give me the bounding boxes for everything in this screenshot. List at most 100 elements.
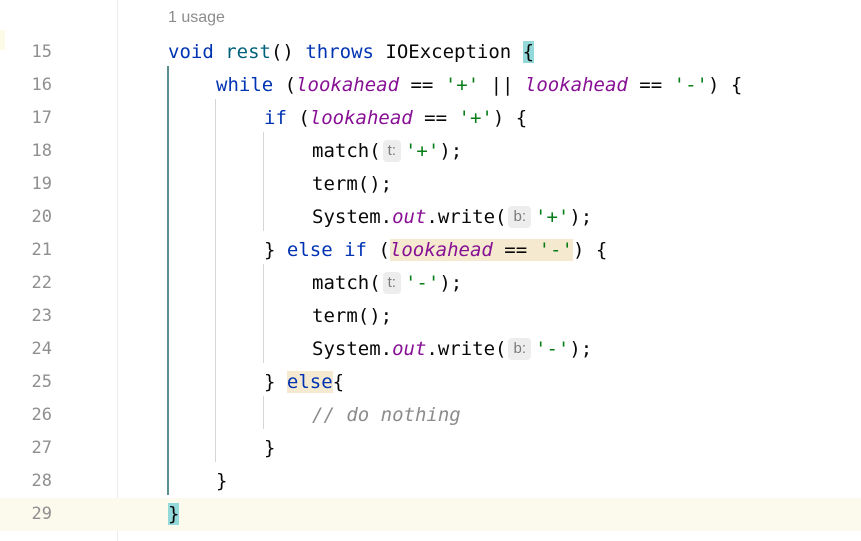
- code-text[interactable]: } else{: [264, 366, 344, 399]
- line-number: 28: [31, 471, 52, 491]
- line-number: 21: [31, 240, 52, 260]
- punct: );: [569, 338, 593, 360]
- parameter-hint[interactable]: b:: [508, 206, 531, 228]
- parameter-hint[interactable]: t:: [382, 272, 401, 294]
- method-name: rest: [225, 41, 271, 63]
- code-text[interactable]: void rest() throws IOException {: [168, 36, 535, 69]
- keyword: if: [264, 107, 287, 129]
- code-text[interactable]: }: [216, 465, 227, 498]
- code-text[interactable]: }: [264, 432, 275, 465]
- punct: );: [439, 140, 463, 162]
- code-text[interactable]: if (lookahead == '+') {: [264, 102, 527, 135]
- field: lookahead: [296, 74, 400, 96]
- keyword: if: [344, 239, 367, 261]
- keyword: void: [168, 41, 214, 63]
- params: (): [270, 41, 306, 63]
- code-line-24[interactable]: 24 System.out.write(b: '-');: [0, 333, 861, 366]
- operator: ==: [492, 239, 539, 261]
- field: lookahead: [524, 74, 628, 96]
- punct: (: [367, 239, 390, 261]
- char-literal: '-': [535, 338, 570, 360]
- matched-brace: }: [168, 503, 180, 525]
- code-line-21[interactable]: 21 } else if (lookahead == '-') {: [0, 234, 861, 267]
- char-literal: '+': [444, 74, 480, 96]
- code-line-26[interactable]: 26 // do nothing: [0, 399, 861, 432]
- code-line-27[interactable]: 27 }: [0, 432, 861, 465]
- keyword: while: [216, 74, 274, 96]
- punct: }: [264, 239, 287, 261]
- usage-hint[interactable]: 1 usage: [168, 9, 225, 27]
- line-number: 18: [31, 141, 52, 161]
- operator: ==: [399, 74, 445, 96]
- line-number: 15: [31, 42, 52, 62]
- code-line-20[interactable]: 20 System.out.write(b: '+');: [0, 201, 861, 234]
- char-literal: '-': [538, 239, 573, 261]
- code-line-15[interactable]: 15 void rest() throws IOException {: [0, 36, 861, 69]
- punct: ) {: [492, 107, 528, 129]
- code-line-28[interactable]: 28 }: [0, 465, 861, 498]
- method-call: match(: [312, 272, 381, 294]
- method-call: .write(: [426, 206, 507, 228]
- code-text[interactable]: match(t: '+');: [312, 135, 462, 168]
- line-number: 16: [31, 75, 52, 95]
- code-text[interactable]: while (lookahead == '+' || lookahead == …: [216, 69, 742, 102]
- code-text[interactable]: System.out.write(b: '+');: [312, 201, 592, 234]
- parameter-hint[interactable]: b:: [508, 338, 531, 360]
- code-line-23[interactable]: 23 term();: [0, 300, 861, 333]
- line-number: 27: [31, 438, 52, 458]
- code-text[interactable]: System.out.write(b: '-');: [312, 333, 592, 366]
- punct: ) {: [707, 74, 743, 96]
- line-number: 20: [31, 207, 52, 227]
- code-line-29-current[interactable]: 29 }: [0, 498, 861, 531]
- class-ref: System.: [312, 338, 393, 360]
- exception-type: IOException: [373, 41, 523, 63]
- code-line-16[interactable]: 16 while (lookahead == '+' || lookahead …: [0, 69, 861, 102]
- punct: ) {: [572, 239, 608, 261]
- operator: ==: [412, 107, 459, 129]
- keyword: else: [286, 239, 333, 261]
- code-text[interactable]: match(t: '-');: [312, 267, 462, 300]
- line-number: 29: [31, 504, 52, 524]
- code-line-25[interactable]: 25 } else{: [0, 366, 861, 399]
- line-number: 19: [31, 174, 52, 194]
- method-call: .write(: [426, 338, 507, 360]
- code-line-17[interactable]: 17 if (lookahead == '+') {: [0, 102, 861, 135]
- code-text[interactable]: term();: [312, 168, 392, 201]
- line-number: 17: [31, 108, 52, 128]
- code-line-18[interactable]: 18 match(t: '+');: [0, 135, 861, 168]
- code-line-19[interactable]: 19 term();: [0, 168, 861, 201]
- code-editor[interactable]: 1 usage 15 void rest() throws IOExceptio…: [0, 0, 861, 541]
- code-text[interactable]: } else if (lookahead == '-') {: [264, 234, 607, 267]
- line-number: 26: [31, 405, 52, 425]
- char-literal: '+': [404, 140, 440, 162]
- highlighted-condition: lookahead == '-': [389, 239, 573, 261]
- code-text[interactable]: term();: [312, 300, 392, 333]
- line-number: 23: [31, 306, 52, 326]
- operator: ==: [627, 74, 674, 96]
- keyword: throws: [305, 41, 374, 63]
- operator: ||: [479, 74, 525, 96]
- class-ref: System.: [312, 206, 393, 228]
- field: lookahead: [309, 107, 413, 129]
- line-number: 22: [31, 273, 52, 293]
- char-literal: '-': [404, 272, 440, 294]
- code-comment[interactable]: // do nothing: [312, 399, 461, 432]
- static-field: out: [392, 206, 427, 228]
- code-line-22[interactable]: 22 match(t: '-');: [0, 267, 861, 300]
- static-field: out: [392, 338, 427, 360]
- char-literal: '-': [673, 74, 708, 96]
- punct: );: [439, 272, 463, 294]
- code-text[interactable]: }: [168, 498, 180, 531]
- char-literal: '+': [458, 107, 493, 129]
- method-call: term();: [312, 173, 393, 195]
- method-call: match(: [312, 140, 381, 162]
- method-call: term();: [312, 305, 393, 327]
- parameter-hint[interactable]: t:: [382, 140, 401, 162]
- matched-brace: {: [522, 41, 535, 63]
- punct: }: [264, 371, 287, 393]
- punct: );: [569, 206, 593, 228]
- keyword: else: [286, 371, 333, 393]
- punct: (: [286, 107, 310, 129]
- char-literal: '+': [535, 206, 570, 228]
